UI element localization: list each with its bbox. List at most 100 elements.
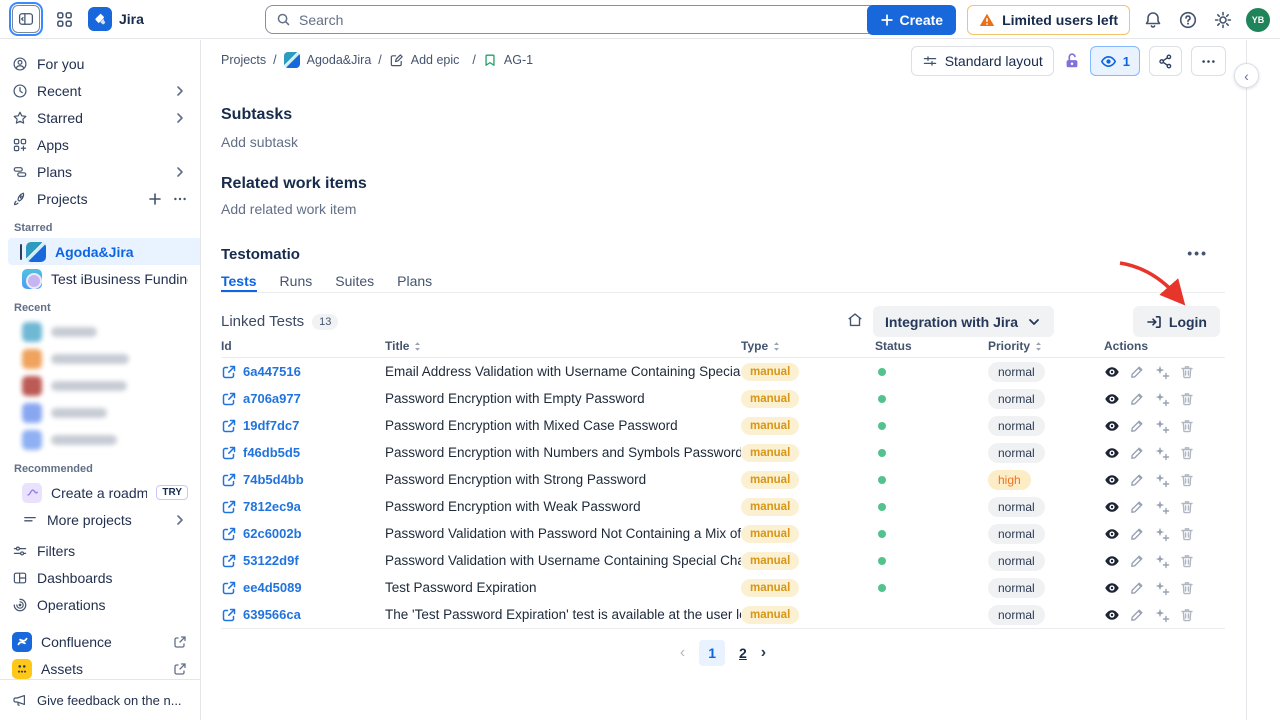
more-actions-button[interactable]	[1191, 46, 1226, 76]
delete-icon[interactable]	[1179, 526, 1195, 542]
sparkles-icon[interactable]	[1154, 364, 1170, 380]
delete-icon[interactable]	[1179, 391, 1195, 407]
sparkles-icon[interactable]	[1154, 607, 1170, 623]
sidebar-item-dashboards[interactable]: Dashboards	[0, 564, 200, 591]
tab-suites[interactable]: Suites	[335, 273, 374, 292]
recent-project-blurred[interactable]	[0, 318, 200, 345]
test-id-link[interactable]: 74b5d4bb	[243, 472, 304, 487]
unlock-icon[interactable]	[1063, 52, 1081, 70]
login-button[interactable]: Login	[1133, 306, 1220, 337]
sidebar-item-confluence[interactable]: Confluence	[0, 628, 200, 655]
delete-icon[interactable]	[1179, 580, 1195, 596]
watchers-button[interactable]: 1	[1090, 46, 1140, 76]
sparkles-icon[interactable]	[1154, 580, 1170, 596]
sidebar-item-recent[interactable]: Recent	[0, 77, 200, 104]
open-test-icon[interactable]	[221, 526, 237, 542]
test-id-link[interactable]: 62c6002b	[243, 526, 302, 541]
edit-icon[interactable]	[1129, 499, 1145, 515]
search-input[interactable]	[299, 12, 909, 28]
test-id-link[interactable]: 7812ec9a	[243, 499, 301, 514]
edit-icon[interactable]	[1129, 580, 1145, 596]
sidebar-item-assets[interactable]: Assets	[0, 655, 200, 682]
breadcrumb-projects[interactable]: Projects	[221, 53, 266, 67]
breadcrumb-issue-key[interactable]: AG-1	[504, 53, 533, 67]
open-test-icon[interactable]	[221, 364, 237, 380]
create-button[interactable]: Create	[867, 5, 956, 35]
user-avatar[interactable]: YB	[1246, 8, 1270, 32]
sidebar-item-filters[interactable]: Filters	[0, 537, 200, 564]
add-project-icon[interactable]	[147, 191, 163, 207]
add-related-work-field[interactable]: Add related work item	[221, 201, 356, 217]
sidebar-project-agoda-jira[interactable]: Agoda&Jira	[8, 238, 200, 265]
project-dropdown[interactable]: Integration with Jira	[873, 306, 1054, 337]
open-test-icon[interactable]	[221, 607, 237, 623]
next-page-icon[interactable]: ›	[761, 644, 766, 662]
prev-page-icon[interactable]: ‹	[680, 644, 685, 662]
recent-project-blurred[interactable]	[0, 399, 200, 426]
sidebar-item-operations[interactable]: Operations	[0, 591, 200, 618]
sparkles-icon[interactable]	[1154, 418, 1170, 434]
add-subtask-field[interactable]: Add subtask	[221, 134, 298, 150]
edit-icon[interactable]	[1129, 607, 1145, 623]
edit-icon[interactable]	[1129, 445, 1145, 461]
sidebar-item-for-you[interactable]: For you	[0, 50, 200, 77]
edit-icon[interactable]	[1129, 472, 1145, 488]
view-icon[interactable]	[1104, 553, 1120, 569]
view-icon[interactable]	[1104, 364, 1120, 380]
delete-icon[interactable]	[1179, 553, 1195, 569]
sparkles-icon[interactable]	[1154, 526, 1170, 542]
open-test-icon[interactable]	[221, 391, 237, 407]
help-icon[interactable]	[1176, 8, 1200, 32]
limited-users-warning-button[interactable]: Limited users left	[967, 5, 1130, 35]
view-icon[interactable]	[1104, 580, 1120, 596]
edit-icon[interactable]	[1129, 391, 1145, 407]
projects-more-icon[interactable]	[172, 191, 188, 207]
page-2-button[interactable]: 2	[739, 645, 747, 661]
column-title[interactable]: Title	[385, 339, 741, 353]
view-icon[interactable]	[1104, 607, 1120, 623]
column-type[interactable]: Type	[741, 339, 875, 353]
jira-logo[interactable]: Jira	[88, 7, 144, 31]
edit-icon[interactable]	[1129, 364, 1145, 380]
sparkles-icon[interactable]	[1154, 445, 1170, 461]
collapse-panel-button[interactable]: ‹	[1234, 63, 1259, 88]
sidebar-item-create-roadmap[interactable]: Create a roadmap TRY	[0, 479, 200, 506]
delete-icon[interactable]	[1179, 472, 1195, 488]
recent-project-blurred[interactable]	[0, 426, 200, 453]
open-test-icon[interactable]	[221, 499, 237, 515]
edit-icon[interactable]	[1129, 553, 1145, 569]
edit-icon[interactable]	[1129, 418, 1145, 434]
test-id-link[interactable]: 639566ca	[243, 607, 301, 622]
home-icon[interactable]	[846, 311, 864, 329]
open-test-icon[interactable]	[221, 445, 237, 461]
sparkles-icon[interactable]	[1154, 391, 1170, 407]
edit-icon[interactable]	[1129, 526, 1145, 542]
delete-icon[interactable]	[1179, 607, 1195, 623]
notifications-bell-icon[interactable]	[1141, 8, 1165, 32]
standard-layout-button[interactable]: Standard layout	[911, 46, 1054, 76]
test-id-link[interactable]: 6a447516	[243, 364, 301, 379]
give-feedback-button[interactable]: Give feedback on the n...	[0, 680, 200, 720]
app-switcher-icon[interactable]	[52, 7, 76, 31]
open-test-icon[interactable]	[221, 580, 237, 596]
settings-gear-icon[interactable]	[1211, 8, 1235, 32]
sidebar-item-plans[interactable]: Plans	[0, 158, 200, 185]
share-button[interactable]	[1149, 46, 1182, 76]
sparkles-icon[interactable]	[1154, 499, 1170, 515]
column-status[interactable]: Status	[875, 339, 988, 353]
page-1-button[interactable]: 1	[699, 640, 725, 666]
test-id-link[interactable]: ee4d5089	[243, 580, 302, 595]
test-id-link[interactable]: 53122d9f	[243, 553, 299, 568]
delete-icon[interactable]	[1179, 364, 1195, 380]
sidebar-item-projects[interactable]: Projects	[0, 185, 200, 212]
view-icon[interactable]	[1104, 391, 1120, 407]
sidebar-item-apps[interactable]: Apps	[0, 131, 200, 158]
view-icon[interactable]	[1104, 526, 1120, 542]
sparkles-icon[interactable]	[1154, 553, 1170, 569]
testomatio-more-icon[interactable]: •••	[1187, 245, 1208, 261]
view-icon[interactable]	[1104, 445, 1120, 461]
view-icon[interactable]	[1104, 418, 1120, 434]
test-id-link[interactable]: 19df7dc7	[243, 418, 299, 433]
open-test-icon[interactable]	[221, 472, 237, 488]
test-id-link[interactable]: a706a977	[243, 391, 301, 406]
